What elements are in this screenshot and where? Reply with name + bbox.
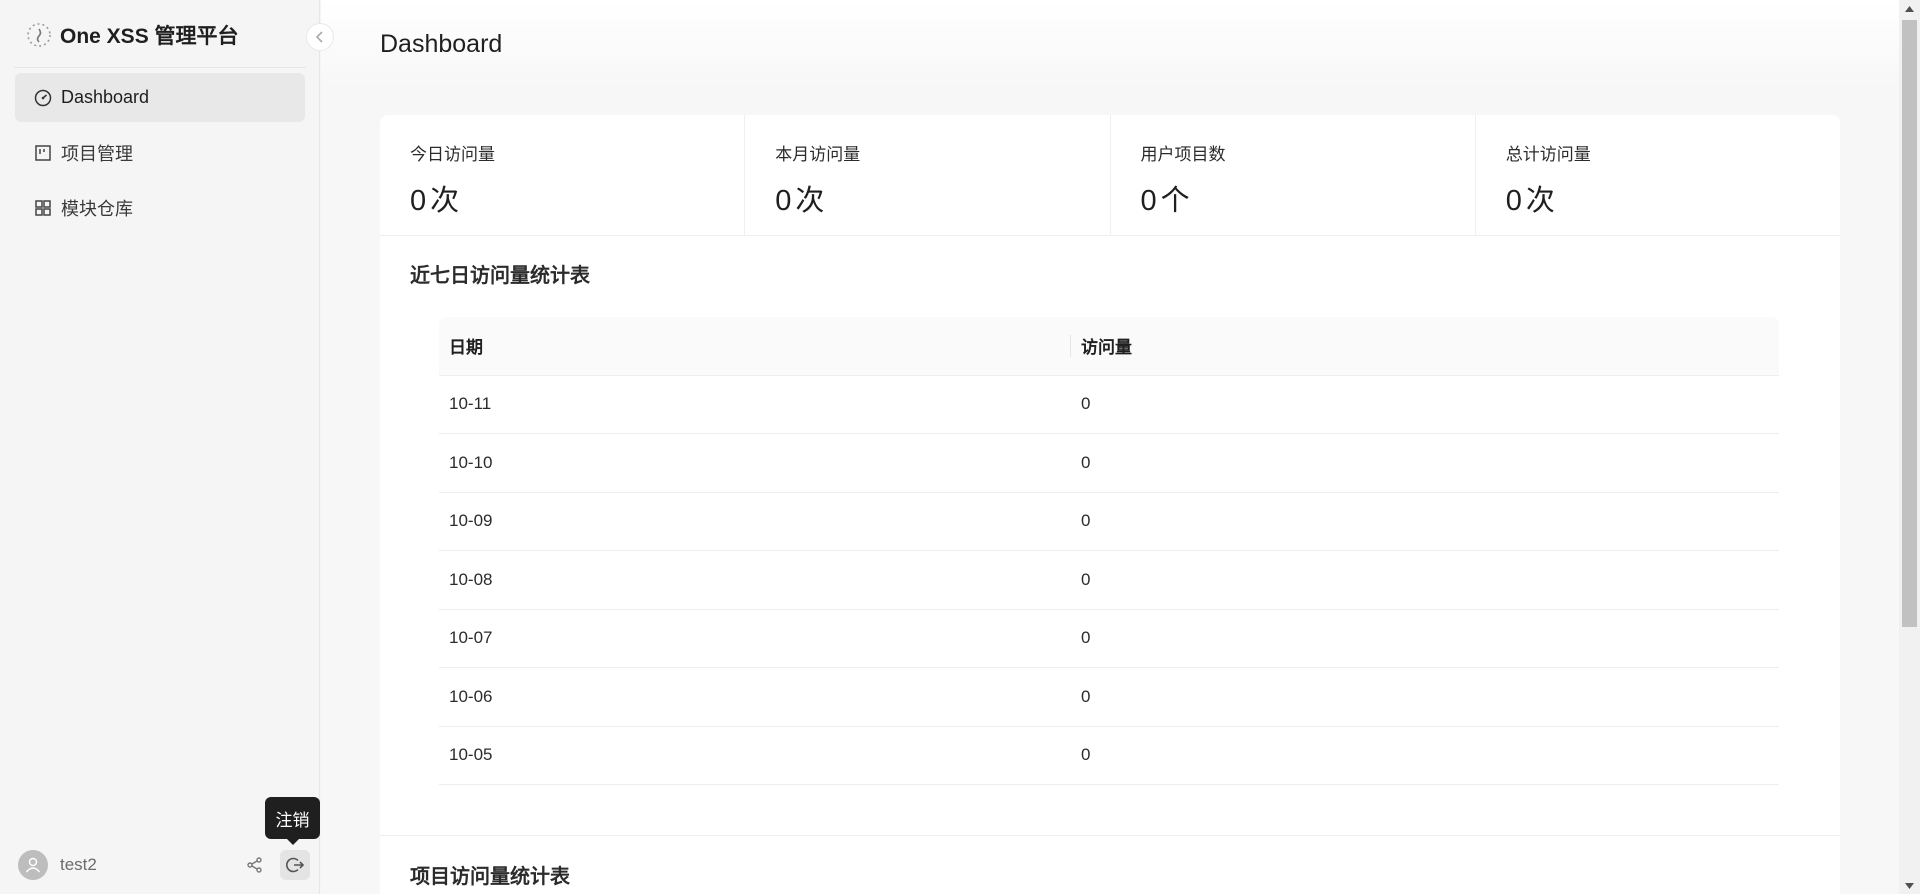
stat-unit: 次	[1525, 185, 1555, 217]
stat-unit: 次	[795, 185, 825, 217]
scrollbar-thumb[interactable]	[1902, 20, 1917, 627]
dashboard-icon	[34, 89, 52, 107]
cell-date: 10-11	[439, 375, 1071, 434]
table-row: 10-11 0	[439, 375, 1779, 434]
table-row: 10-06 0	[439, 667, 1779, 727]
collapse-sidebar-button[interactable]	[306, 23, 334, 51]
cell-visits: 0	[1071, 609, 1779, 668]
dashboard-card: 今日访问量 0 次 本月访问量 0 次 用户项目数 0 个 总计访问量 0 次 …	[380, 115, 1840, 894]
stat-number: 0	[1140, 185, 1157, 217]
cell-date: 10-05	[439, 726, 1071, 785]
stats-row: 今日访问量 0 次 本月访问量 0 次 用户项目数 0 个 总计访问量 0 次	[380, 115, 1840, 236]
sidebar-item-label: Dashboard	[61, 87, 150, 107]
stat-number: 0	[410, 185, 427, 217]
sidebar-item-label: 项目管理	[61, 143, 133, 164]
logout-tooltip: 注销	[265, 797, 320, 845]
cell-visits: 0	[1071, 726, 1779, 785]
vertical-scrollbar[interactable]	[1899, 0, 1920, 894]
table-row: 10-09 0	[439, 492, 1779, 551]
weekly-visits-table: 日期 访问量 10-11 0 10-10 0 10-09 0 10-08 0 10-07…	[439, 317, 1779, 785]
share-icon[interactable]	[240, 850, 270, 880]
project-table-title: 项目访问量统计表	[410, 866, 570, 888]
cell-visits: 0	[1071, 667, 1779, 727]
stat-today-visits: 今日访问量 0 次	[380, 115, 746, 235]
user-actions	[240, 850, 310, 880]
scroll-down-icon[interactable]	[1899, 877, 1920, 894]
logout-icon[interactable]	[280, 850, 310, 880]
sidebar-item-dashboard[interactable]: Dashboard	[15, 73, 305, 122]
cell-date: 10-06	[439, 667, 1071, 727]
sidebar: One XSS 管理平台 Dashboard 项目管理 模块仓库 注销 test…	[0, 0, 320, 894]
stat-label: 总计访问量	[1505, 145, 1591, 164]
table-row: 10-10 0	[439, 433, 1779, 493]
sidebar-item-modules[interactable]: 模块仓库	[15, 183, 305, 232]
table-row: 10-07 0	[439, 609, 1779, 668]
page-title: Dashboard	[380, 30, 503, 58]
stat-label: 今日访问量	[410, 145, 495, 164]
sidebar-item-label: 模块仓库	[61, 198, 133, 219]
stat-month-visits: 本月访问量 0 次	[745, 115, 1111, 235]
cell-date: 10-07	[439, 609, 1071, 668]
user-bar: test2	[18, 850, 310, 880]
stat-value: 0 个	[1141, 177, 1445, 219]
username: test2	[60, 855, 97, 874]
scroll-up-icon[interactable]	[1899, 0, 1920, 17]
cell-date: 10-10	[439, 433, 1071, 493]
stat-number: 0	[775, 185, 792, 217]
stat-number: 0	[1505, 185, 1522, 217]
table-header-row: 日期 访问量	[439, 317, 1779, 376]
sidebar-nav: Dashboard 项目管理 模块仓库	[15, 73, 305, 238]
stat-value: 0 次	[410, 177, 714, 219]
cell-date: 10-08	[439, 550, 1071, 610]
table-row: 10-05 0	[439, 726, 1779, 785]
app-root: One XSS 管理平台 Dashboard 项目管理 模块仓库 注销 test…	[0, 0, 1920, 894]
stat-value: 0 次	[775, 177, 1079, 219]
table-row: 10-08 0	[439, 550, 1779, 610]
tooltip-text: 注销	[275, 810, 310, 830]
logo-icon	[24, 20, 54, 50]
stat-label: 本月访问量	[775, 145, 861, 164]
stat-unit: 个	[1160, 185, 1190, 217]
stat-total-visits: 总计访问量 0 次	[1476, 115, 1840, 235]
avatar[interactable]	[18, 850, 48, 880]
cell-visits: 0	[1071, 550, 1779, 610]
cell-date: 10-09	[439, 492, 1071, 551]
brand[interactable]: One XSS 管理平台	[24, 18, 239, 52]
module-icon	[34, 199, 52, 217]
column-header-date[interactable]: 日期	[439, 317, 1071, 376]
stat-label: 用户项目数	[1140, 145, 1226, 164]
cell-visits: 0	[1071, 375, 1779, 434]
brand-divider	[14, 67, 306, 68]
stat-unit: 次	[430, 185, 460, 217]
weekly-table-title: 近七日访问量统计表	[410, 265, 590, 287]
sidebar-item-projects[interactable]: 项目管理	[15, 128, 305, 177]
cell-visits: 0	[1071, 433, 1779, 493]
column-header-visits[interactable]: 访问量	[1071, 317, 1779, 376]
app-title: One XSS 管理平台	[60, 25, 239, 48]
stat-user-projects: 用户项目数 0 个	[1111, 115, 1476, 235]
cell-visits: 0	[1071, 492, 1779, 551]
main-content: Dashboard 今日访问量 0 次 本月访问量 0 次 用户项目数 0 个 …	[321, 0, 1899, 894]
stat-value: 0 次	[1506, 177, 1810, 219]
section-divider	[380, 835, 1840, 836]
project-icon	[34, 144, 52, 162]
